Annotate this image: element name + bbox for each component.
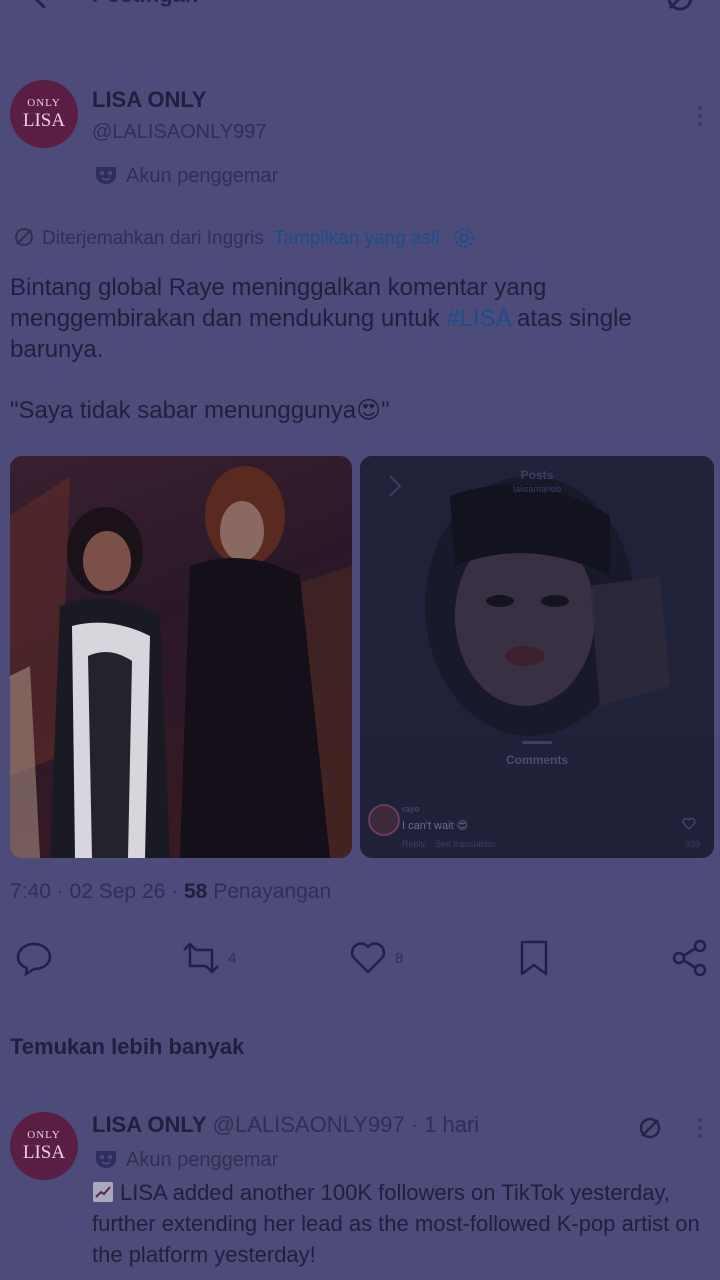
tweet2-handle[interactable]: @LALISAONLY997 (213, 1112, 405, 1137)
tweet2-separator: · (410, 1112, 419, 1137)
page-title: Postingan (92, 0, 198, 8)
views-count: 58 (183, 880, 208, 903)
repost-icon[interactable] (180, 938, 222, 978)
translated-from-label: Diterjemahkan dari Inggris (42, 228, 264, 249)
tweet2-body: LISA added another 100K followers on Tik… (92, 1180, 700, 1267)
mask-icon (96, 167, 116, 184)
embedded-comment-actions: Reply See translation (402, 839, 495, 849)
bookmark-icon[interactable] (516, 938, 552, 978)
post-image-stage[interactable] (10, 456, 352, 858)
hashtag-link[interactable]: #LISA (446, 305, 510, 332)
tweet2-avatar-text-top: ONLY (27, 1129, 61, 1141)
share-icon[interactable] (670, 938, 710, 978)
discover-more-title: Temukan lebih banyak (10, 1034, 245, 1059)
post-time: 7:40 (10, 880, 51, 903)
embedded-comment-user: raye (402, 804, 420, 814)
translate-icon[interactable] (662, 0, 698, 16)
post-image-screenshot[interactable]: Posts lalisamanob Comments raye I can't … (360, 456, 714, 858)
tweet2-header[interactable]: LISA ONLY @LALISAONLY997 · 1 hari (92, 1112, 479, 1138)
reply-icon[interactable] (14, 938, 54, 978)
post-detail-screen: Postingan ONLY LISA LISA ONLY @LALISAONL… (0, 0, 720, 1280)
embedded-comments-title: Comments (505, 753, 568, 767)
tweet2-avatar-text-bottom: LISA (22, 1142, 66, 1163)
fan-account-badge: Akun penggemar (94, 165, 278, 188)
embedded-see-translation: See translation (435, 839, 496, 849)
tweet2-author-name[interactable]: LISA ONLY (92, 1112, 207, 1137)
embedded-reply: Reply (402, 839, 426, 849)
tweet2-fan-badge: Akun penggemar (94, 1149, 278, 1172)
avatar[interactable]: ONLY LISA (10, 80, 78, 148)
translate-icon (15, 228, 33, 246)
show-original-link[interactable]: Tampilkan yang asli (274, 228, 440, 249)
portrait-illustration (360, 456, 714, 736)
embedded-heart-icon (682, 818, 696, 830)
tweet2-fan-label: Akun penggemar (126, 1149, 279, 1171)
more-options-icon[interactable] (696, 104, 704, 128)
like-heart-icon[interactable] (348, 938, 388, 978)
embedded-posts-header: Posts (520, 468, 554, 482)
post-date: 02 Sep 26 (69, 880, 166, 903)
stage-photo-illustration (10, 466, 352, 858)
post-quote: "Saya tidak sabar menunggunya😍" (10, 397, 390, 424)
top-bar: Postingan (0, 0, 720, 24)
gear-icon[interactable] (452, 226, 476, 250)
avatar-text-top: ONLY (27, 97, 61, 109)
repost-count: 4 (228, 950, 237, 967)
tweet2-age: 1 hari (424, 1112, 480, 1137)
like-count: 8 (395, 950, 404, 967)
translation-row: Diterjemahkan dari Inggris Tampilkan yang… (12, 225, 476, 250)
back-arrow-icon[interactable] (28, 0, 64, 16)
embedded-posts-subheader: lalisamanob (512, 484, 562, 494)
post-meta: 7:40 · 02 Sep 26 · 58 Penayangan (10, 880, 332, 903)
embedded-like-count: 339 (684, 839, 700, 849)
author-name[interactable]: LISA ONLY (92, 87, 207, 113)
post-text: Bintang global Raye meninggalkan komenta… (10, 272, 710, 365)
embedded-comment-text: I can't wait 😍 (402, 820, 469, 832)
author-handle[interactable]: @LALISAONLY997 (92, 121, 266, 144)
commenter-avatar (368, 804, 400, 836)
tweet2-more-icon[interactable] (696, 1116, 704, 1140)
fan-account-label: Akun penggemar (126, 165, 279, 187)
tweet2-translate-icon[interactable] (636, 1114, 664, 1142)
avatar-text-bottom: LISA (22, 110, 66, 131)
tweet2-avatar[interactable]: ONLY LISA (10, 1112, 78, 1180)
chart-increasing-icon (93, 1182, 113, 1202)
views-label: Penayangan (213, 880, 332, 903)
tweet2-mask-icon (96, 1151, 116, 1168)
tweet2-text: LISA added another 100K followers on Tik… (92, 1177, 716, 1270)
sheet-handle (522, 741, 552, 744)
